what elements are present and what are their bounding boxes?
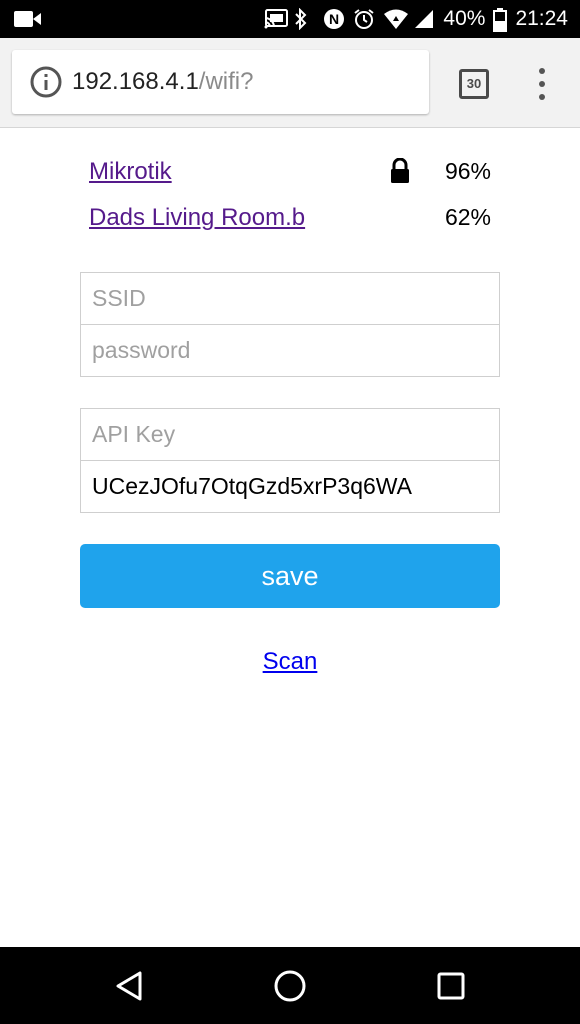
cell-signal-icon — [413, 8, 435, 30]
svg-text:N: N — [329, 11, 339, 27]
battery-percent: 40% — [443, 7, 486, 30]
battery-icon — [493, 8, 508, 32]
api-key-label-field[interactable] — [80, 408, 500, 461]
back-icon[interactable] — [110, 967, 148, 1005]
status-bar: N 40% 21:24 — [0, 0, 580, 38]
scan-link[interactable]: Scan — [263, 648, 318, 675]
url-text[interactable]: 192.168.4.1/wifi? — [72, 68, 253, 96]
nfc-icon: N — [323, 8, 345, 30]
home-icon[interactable] — [271, 967, 309, 1005]
ssid-input[interactable] — [81, 273, 499, 324]
tab-switcher-button[interactable]: 30 — [459, 69, 489, 99]
address-bar[interactable]: 192.168.4.1/wifi? — [12, 50, 429, 114]
network-item: Mikrotik 96% — [89, 157, 499, 194]
api-key-value-field[interactable] — [80, 460, 500, 513]
alarm-icon — [353, 8, 375, 30]
wifi-icon — [383, 8, 409, 30]
bluetooth-icon — [293, 7, 315, 31]
url-host: 192.168.4.1 — [72, 68, 199, 95]
network-signal: 96% — [444, 158, 491, 184]
network-link-mikrotik[interactable]: Mikrotik — [89, 158, 172, 186]
network-item: Dads Living Room.b 62% — [89, 204, 499, 240]
url-path: /wifi? — [198, 68, 254, 95]
recents-icon[interactable] — [432, 967, 470, 1005]
info-icon[interactable] — [30, 66, 62, 98]
navigation-bar — [0, 947, 580, 1024]
scan-link-container: Scan — [0, 648, 580, 676]
api-key-input[interactable] — [81, 409, 499, 460]
save-button[interactable]: save — [80, 544, 500, 608]
clock: 21:24 — [515, 7, 568, 30]
password-field[interactable] — [80, 324, 500, 377]
cast-icon — [263, 8, 289, 30]
browser-toolbar: 192.168.4.1/wifi? 30 — [0, 38, 580, 128]
ssid-field[interactable] — [80, 272, 500, 325]
password-input[interactable] — [81, 325, 499, 376]
network-signal: 62% — [444, 204, 491, 230]
lock-icon — [389, 157, 411, 184]
network-link-dads-living-room[interactable]: Dads Living Room.b — [89, 204, 305, 232]
video-camera-icon — [14, 9, 42, 34]
api-key-value-input[interactable] — [81, 461, 499, 512]
overflow-menu-icon[interactable] — [532, 68, 552, 100]
